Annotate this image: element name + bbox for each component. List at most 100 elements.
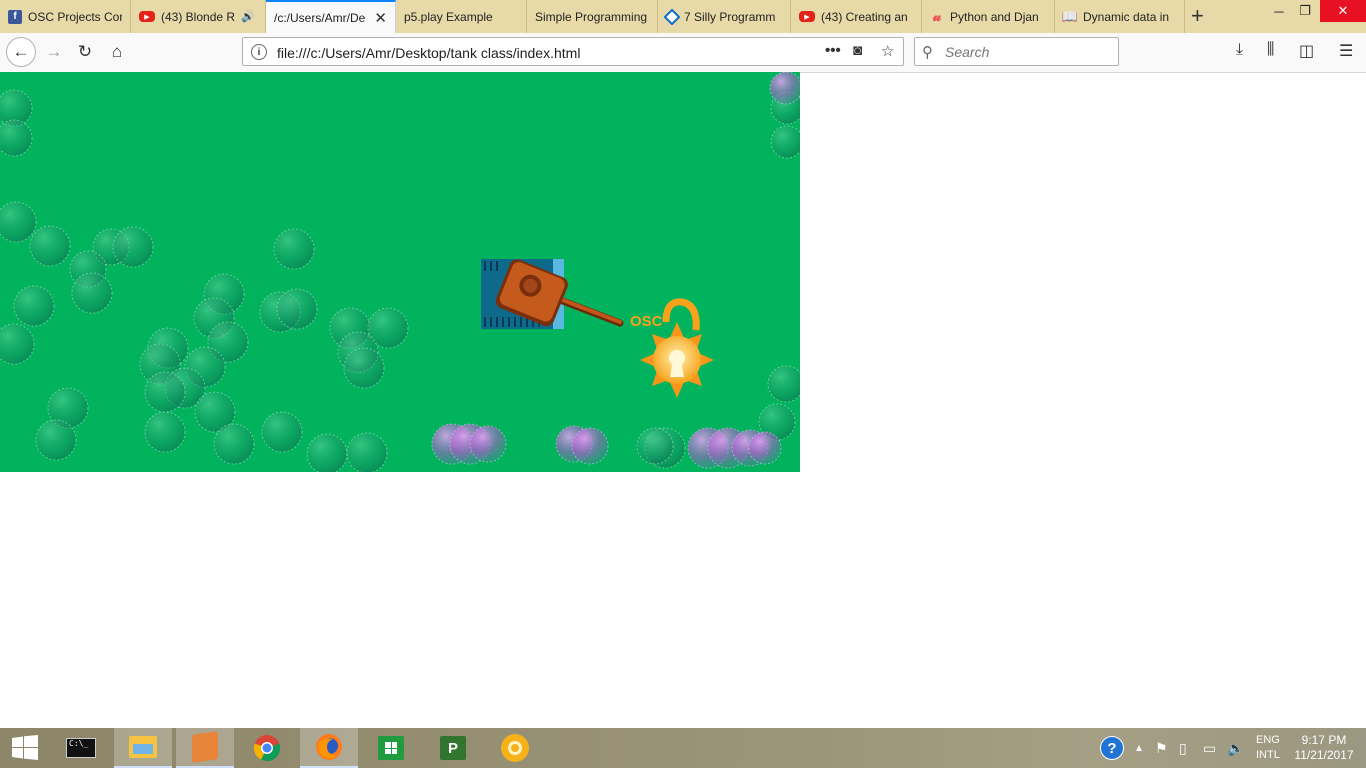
bubble (213, 423, 255, 465)
info-icon[interactable]: i (251, 44, 267, 60)
new-tab-button[interactable]: + (1191, 3, 1204, 29)
tray-expand-icon[interactable]: ▲ (1134, 728, 1144, 768)
bubble (13, 285, 55, 327)
language-indicator[interactable]: ENG INTL (1256, 728, 1280, 768)
search-input[interactable] (943, 43, 1107, 61)
book-icon: 📖 (1061, 8, 1079, 24)
tab-blonde-youtube[interactable]: ▶ (43) Blonde R 🔊 (131, 0, 266, 33)
tab-title: p5.play Example (404, 9, 493, 24)
tab-silly-programming[interactable]: 7 Silly Programm (658, 0, 791, 33)
tab-title: 7 Silly Programm (684, 9, 776, 24)
tab-title: OSC Projects Cor (28, 9, 122, 24)
page-actions-icon[interactable]: ••• (825, 42, 841, 59)
osc-label: OSC (630, 313, 663, 330)
forward-button[interactable]: → (40, 38, 68, 66)
taskbar-cmd[interactable]: C:\_ (52, 728, 110, 768)
url-bar[interactable]: i file:///c:/Users/Amr/Desktop/tank clas… (242, 37, 904, 66)
tank (481, 259, 624, 329)
reload-button[interactable]: ↻ (71, 38, 99, 66)
tab-title: /c:/Users/Amr/De (274, 10, 366, 25)
tab-index-html[interactable]: /c:/Users/Amr/De ✕ (266, 0, 396, 33)
diamond-icon (663, 8, 681, 25)
tab-osc-projects[interactable]: f OSC Projects Cor (0, 0, 131, 33)
udemy-icon: 𝓾 (932, 8, 942, 24)
clock[interactable]: 9:17 PM 11/21/2017 (1293, 728, 1355, 768)
action-flag-icon[interactable]: ⚑ (1155, 728, 1168, 768)
bubble (0, 119, 33, 157)
tab-title: Dynamic data in (1083, 9, 1170, 24)
pocket-icon[interactable]: ◙ (853, 42, 862, 59)
tab-title: Python and Djan (950, 9, 1039, 24)
youtube-icon: ▶ (799, 11, 815, 22)
back-button[interactable]: ← (6, 37, 36, 67)
lang-secondary: INTL (1256, 749, 1280, 761)
taskbar: C:\_ P ? ▲ ⚑ ▯ ▭ 🔈 ENG INTL 9:17 PM 11/2… (0, 728, 1366, 768)
circle-app-icon (501, 734, 529, 762)
clock-time: 9:17 PM (1301, 733, 1347, 747)
bubble (343, 347, 385, 389)
bubble (276, 288, 318, 330)
tab-dynamic-data[interactable]: 📖 Dynamic data in (1055, 0, 1185, 33)
sublime-icon (192, 731, 218, 763)
bubble (35, 419, 77, 461)
game-scene: OSC (0, 72, 800, 472)
chrome-icon (253, 735, 281, 762)
bubble (0, 201, 37, 243)
network-icon[interactable]: ▭ (1203, 728, 1216, 768)
tab-title: (43) Blonde R (161, 9, 235, 24)
search-bar[interactable]: ⚲ (914, 37, 1119, 66)
speaker-icon[interactable]: 🔊 (241, 10, 255, 23)
bubble (0, 323, 35, 365)
bubble (261, 411, 303, 453)
taskbar-sublime[interactable] (176, 728, 234, 768)
taskbar-chrome[interactable] (238, 728, 296, 768)
osc-lock-sun: OSC (630, 298, 714, 398)
help-icon[interactable]: ? (1100, 728, 1124, 768)
taskbar-store[interactable] (362, 728, 420, 768)
bubble (144, 411, 186, 453)
tab-p5play[interactable]: p5.play Example (396, 0, 527, 33)
game-canvas[interactable]: OSC (0, 72, 800, 472)
lock-shackle (662, 298, 700, 331)
home-button[interactable]: ⌂ (103, 38, 131, 66)
clock-date: 11/21/2017 (1294, 748, 1354, 762)
taskbar-explorer[interactable] (114, 728, 172, 768)
store-icon (378, 736, 404, 760)
taskbar-app-yellow[interactable] (486, 728, 544, 768)
tab-strip: f OSC Projects Cor ▶ (43) Blonde R 🔊 /c:… (0, 0, 1366, 33)
pink-bubble (469, 425, 507, 463)
bubble (144, 371, 186, 413)
tab-simple-programming[interactable]: Simple Programming (527, 0, 658, 33)
bubble (306, 433, 348, 472)
taskbar-firefox[interactable] (300, 728, 358, 768)
bubble-group (0, 72, 800, 472)
pink-bubble (769, 72, 800, 105)
library-icon[interactable]: ⫼ (1267, 41, 1274, 59)
pink-bubble (748, 431, 782, 465)
youtube-icon: ▶ (139, 11, 155, 22)
lang-primary: ENG (1256, 734, 1280, 746)
close-window-button[interactable]: ✕ (1320, 0, 1366, 22)
tab-title: Simple Programming (535, 9, 648, 24)
downloads-icon[interactable]: ⤓ (1236, 41, 1243, 59)
nav-bar: ← → ↻ ⌂ i file:///c:/Users/Amr/Desktop/t… (0, 33, 1366, 73)
project-icon: P (440, 736, 466, 760)
bubble (273, 228, 315, 270)
close-tab-icon[interactable]: ✕ (374, 9, 387, 27)
bubble (71, 272, 113, 314)
volume-icon[interactable]: 🔈 (1227, 728, 1244, 768)
cmd-icon: C:\_ (66, 738, 96, 758)
battery-icon[interactable]: ▯ (1179, 728, 1187, 768)
tab-creating-youtube[interactable]: ▶ (43) Creating an (791, 0, 922, 33)
url-text[interactable]: file:///c:/Users/Amr/Desktop/tank class/… (277, 45, 580, 61)
windows-logo-icon (12, 735, 38, 760)
bubble (29, 225, 71, 267)
sidebar-icon[interactable]: ◫ (1299, 41, 1314, 61)
folder-icon (129, 736, 157, 758)
start-button[interactable] (0, 728, 50, 768)
tab-python-django[interactable]: 𝓾 Python and Djan (922, 0, 1055, 33)
bookmark-star-icon[interactable]: ☆ (881, 42, 894, 60)
taskbar-project[interactable]: P (424, 728, 482, 768)
bubble (636, 427, 674, 465)
menu-icon[interactable]: ☰ (1339, 41, 1353, 61)
